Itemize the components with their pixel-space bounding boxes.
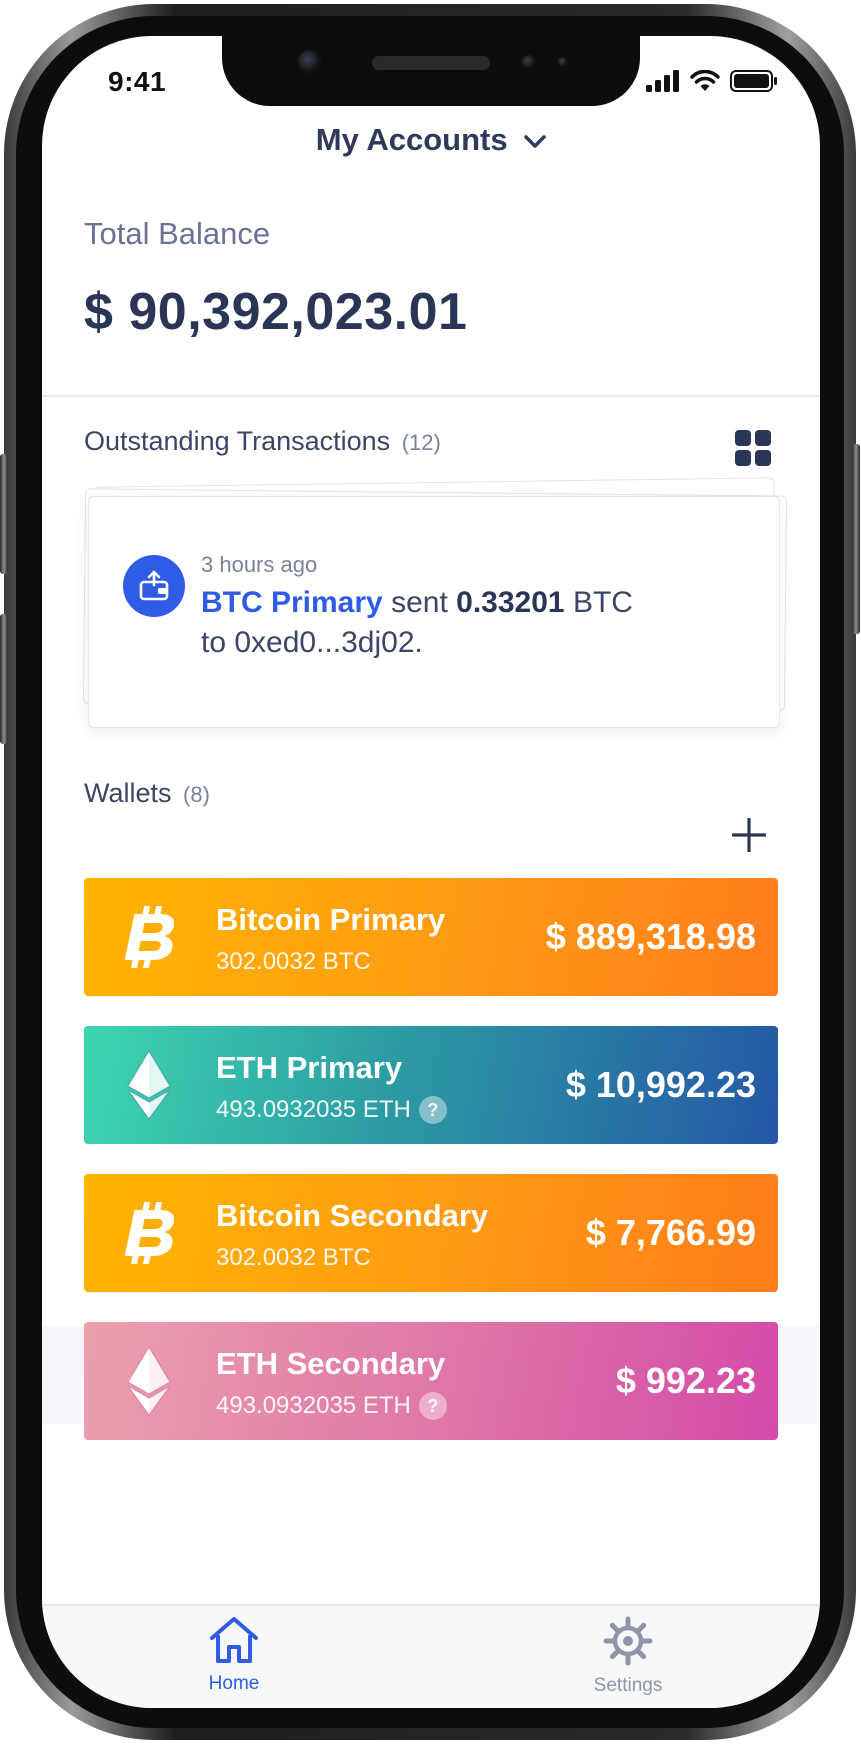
tab-settings[interactable]: Settings bbox=[568, 1616, 688, 1697]
transaction-account-link[interactable]: BTC Primary bbox=[201, 586, 383, 619]
sensor bbox=[522, 55, 536, 69]
ethereum-icon bbox=[114, 1049, 184, 1121]
wallet-fiat-value: $ 10,992.23 bbox=[565, 1064, 756, 1105]
transaction-card[interactable]: 3 hours ago BTC Primary sent 0.33201 BTC… bbox=[88, 496, 780, 728]
tab-home[interactable]: Home bbox=[174, 1616, 294, 1695]
bitcoin-icon bbox=[114, 1198, 184, 1268]
tab-bar: Home Settings bbox=[42, 1604, 820, 1708]
transaction-currency: BTC bbox=[572, 586, 633, 619]
battery-icon bbox=[730, 70, 777, 92]
sensor bbox=[558, 57, 568, 67]
volume-button bbox=[0, 614, 8, 744]
transaction-time: 3 hours ago bbox=[201, 552, 318, 577]
mute-switch bbox=[0, 454, 8, 574]
account-selector[interactable]: My Accounts bbox=[42, 122, 820, 158]
app-screen: 9:41 My Accounts Total Balance $ 90,392,… bbox=[42, 36, 820, 1708]
wallet-card[interactable]: Bitcoin Primary 302.0032 BTC $ 889,318.9… bbox=[84, 878, 778, 996]
wallet-fiat-value: $ 7,766.99 bbox=[585, 1212, 756, 1253]
help-icon[interactable]: ? bbox=[418, 1392, 447, 1420]
wallet-name: Bitcoin Primary bbox=[216, 902, 446, 937]
send-wallet-icon bbox=[123, 555, 185, 617]
wallet-name: ETH Primary bbox=[216, 1050, 403, 1085]
wallet-card[interactable]: ETH Primary 493.0932035 ETH ? $ 10,992.2… bbox=[84, 1026, 778, 1144]
front-camera bbox=[298, 50, 322, 74]
power-button bbox=[852, 444, 860, 634]
wallet-card[interactable]: Bitcoin Secondary 302.0032 BTC $ 7,766.9… bbox=[84, 1174, 778, 1292]
wallets-count: (8) bbox=[183, 782, 210, 807]
wallet-crypto-amount: 493.0932035 ETH ? bbox=[216, 1096, 447, 1124]
wallet-crypto-amount: 493.0932035 ETH ? bbox=[216, 1392, 447, 1420]
wallets-title: Wallets bbox=[84, 778, 172, 808]
gear-icon bbox=[603, 1616, 653, 1666]
wifi-icon bbox=[690, 70, 720, 91]
add-wallet-icon[interactable] bbox=[732, 818, 766, 852]
grid-view-icon[interactable] bbox=[735, 430, 771, 466]
wallet-name: ETH Secondary bbox=[216, 1346, 446, 1381]
transaction-verb: sent bbox=[391, 586, 448, 619]
status-time: 9:41 bbox=[108, 66, 167, 97]
transactions-section-title: Outstanding Transactions (12) bbox=[84, 426, 441, 457]
chevron-down-icon bbox=[524, 135, 546, 148]
wallet-name: Bitcoin Secondary bbox=[216, 1198, 489, 1233]
section-divider bbox=[42, 395, 820, 397]
ethereum-icon bbox=[114, 1345, 184, 1417]
wallet-crypto-amount: 302.0032 BTC bbox=[216, 1244, 371, 1271]
signal-icon bbox=[646, 70, 679, 92]
total-balance-value: $ 90,392,023.01 bbox=[84, 283, 468, 341]
transaction-amount: 0.33201 bbox=[456, 586, 565, 619]
bitcoin-icon bbox=[114, 902, 184, 972]
wallets-section-title: Wallets (8) bbox=[84, 778, 210, 809]
tab-settings-label: Settings bbox=[593, 1675, 663, 1696]
transactions-title: Outstanding Transactions bbox=[84, 426, 391, 456]
speaker bbox=[372, 56, 490, 70]
wallet-fiat-value: $ 889,318.98 bbox=[545, 916, 756, 957]
transaction-to: to bbox=[201, 626, 227, 659]
home-icon bbox=[210, 1617, 258, 1663]
transaction-address: 0xed0...3dj02. bbox=[234, 626, 423, 659]
transactions-count: (12) bbox=[401, 430, 441, 455]
transaction-description: BTC Primary sent 0.33201 BTC to 0xed0...… bbox=[201, 583, 761, 663]
status-icons bbox=[646, 68, 778, 94]
tab-home-label: Home bbox=[208, 1673, 260, 1694]
notch bbox=[222, 36, 640, 106]
account-selector-label: My Accounts bbox=[315, 122, 508, 157]
help-icon[interactable]: ? bbox=[418, 1096, 447, 1124]
wallet-fiat-value: $ 992.23 bbox=[615, 1360, 756, 1401]
wallet-crypto-amount: 302.0032 BTC bbox=[216, 948, 371, 975]
wallet-card[interactable]: ETH Secondary 493.0932035 ETH ? $ 992.23 bbox=[84, 1322, 778, 1440]
total-balance-label: Total Balance bbox=[84, 216, 271, 251]
